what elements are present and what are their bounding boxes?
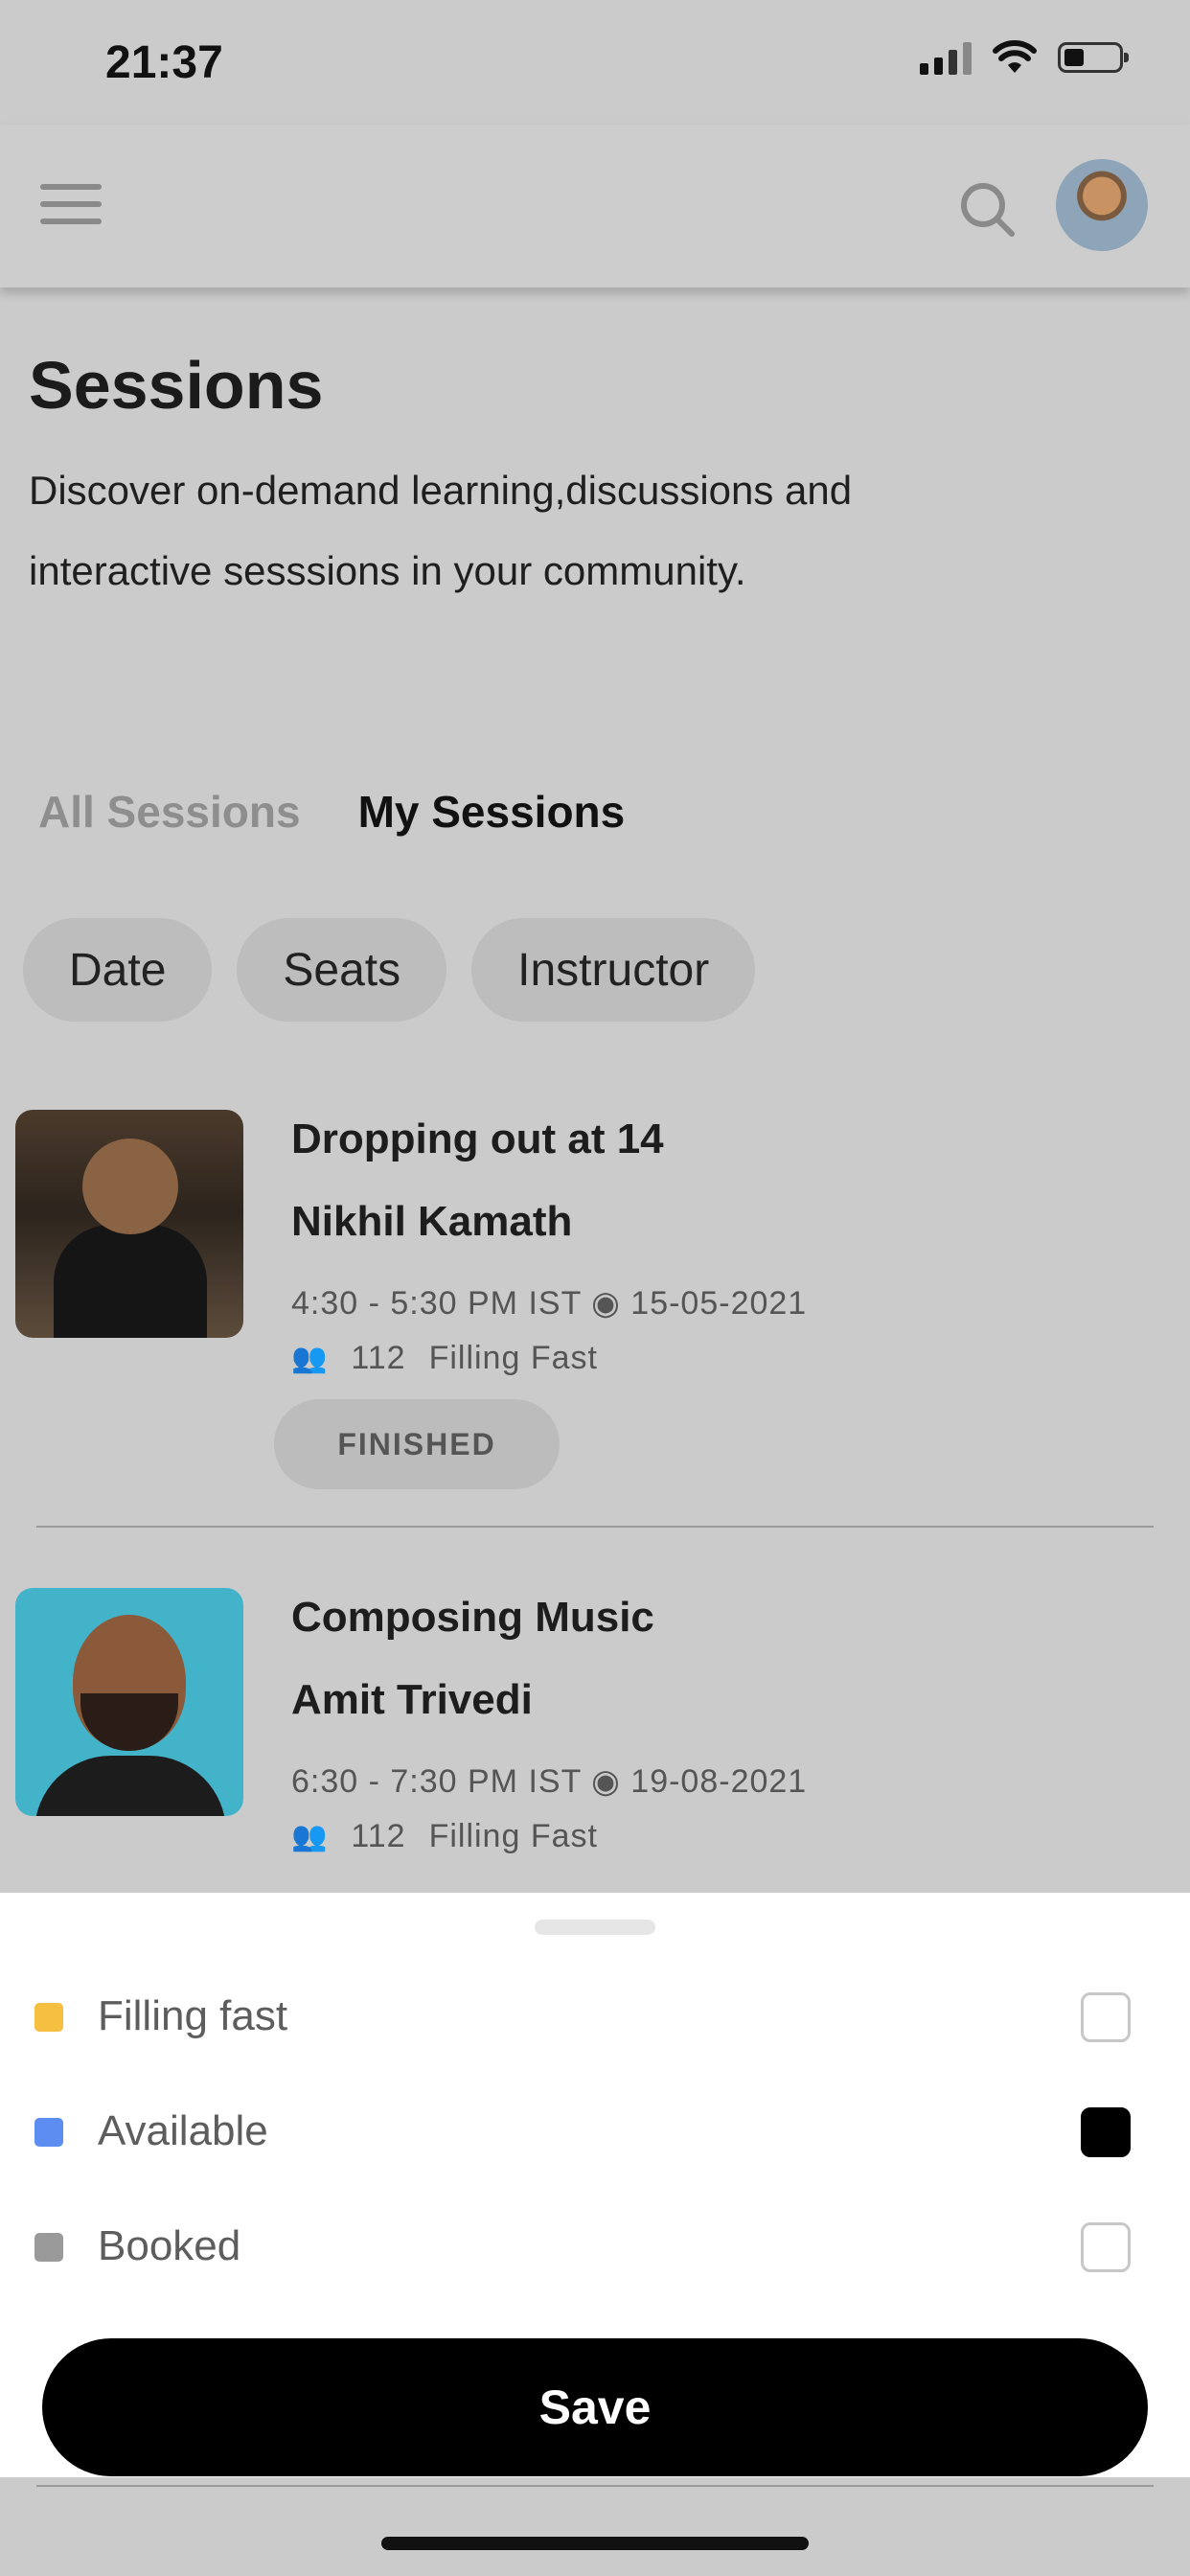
sheet-drag-handle[interactable] (535, 1920, 655, 1935)
instructor-photo (15, 1588, 243, 1816)
status-badge: FINISHED (274, 1399, 560, 1489)
seat-count: 112 (351, 1818, 406, 1854)
avatar[interactable] (1056, 159, 1148, 251)
people-icon: 👥 (291, 1343, 329, 1374)
session-time: 4:30 - 5:30 PM IST ◉ 15-05-2021 (291, 1285, 808, 1322)
session-tabs: All Sessions My Sessions (38, 786, 625, 838)
hamburger-menu-icon[interactable] (40, 184, 102, 230)
wifi-icon (993, 40, 1037, 73)
status-bar: 21:37 (0, 0, 1190, 125)
search-icon[interactable] (958, 180, 1018, 240)
session-seats: 👥 112 Filling Fast (291, 1818, 598, 1855)
filter-option-label: Booked (98, 2222, 241, 2269)
filter-option-label: Filling fast (98, 1992, 288, 2039)
page-title: Sessions (29, 348, 324, 423)
tab-my-sessions[interactable]: My Sessions (358, 786, 626, 838)
session-instructor: Nikhil Kamath (291, 1198, 573, 1245)
filter-option-available[interactable]: Available (0, 2082, 1190, 2178)
session-seats: 👥 112 Filling Fast (291, 1340, 598, 1377)
people-icon: 👥 (291, 1821, 329, 1852)
bottom-strip (0, 2477, 1190, 2576)
divider (36, 2485, 1154, 2487)
filter-chip-seats[interactable]: Seats (237, 918, 447, 1022)
checkbox[interactable] (1081, 2222, 1131, 2272)
availability-text: Filling Fast (428, 1818, 598, 1854)
session-instructor: Amit Trivedi (291, 1676, 533, 1723)
filter-option-label: Available (98, 2107, 268, 2154)
divider (36, 1526, 1154, 1528)
filter-chips: Date Seats Instructor (23, 918, 756, 1022)
seat-count: 112 (351, 1340, 406, 1376)
status-time: 21:37 (105, 37, 223, 88)
session-time: 6:30 - 7:30 PM IST ◉ 19-08-2021 (291, 1763, 808, 1800)
filter-chip-date[interactable]: Date (23, 918, 213, 1022)
color-swatch (34, 2118, 63, 2147)
checkbox[interactable] (1081, 1992, 1131, 2042)
color-swatch (34, 2003, 63, 2032)
filter-option-booked[interactable]: Booked (0, 2197, 1190, 2293)
checkbox[interactable] (1081, 2107, 1131, 2157)
availability-text: Filling Fast (428, 1340, 598, 1376)
color-swatch (34, 2233, 63, 2262)
save-button[interactable]: Save (42, 2338, 1148, 2476)
battery-icon (1058, 42, 1129, 73)
instructor-photo (15, 1110, 243, 1338)
home-indicator[interactable] (381, 2537, 809, 2550)
app-bar (0, 125, 1190, 288)
session-title: Dropping out at 14 (291, 1116, 664, 1162)
filter-option-filling-fast[interactable]: Filling fast (0, 1967, 1190, 2063)
filter-chip-instructor[interactable]: Instructor (471, 918, 756, 1022)
cellular-signal-icon (920, 40, 972, 75)
status-icons (920, 40, 1129, 75)
session-title: Composing Music (291, 1594, 654, 1641)
tab-all-sessions[interactable]: All Sessions (38, 786, 301, 838)
page-subtitle: Discover on-demand learning,discussions … (29, 468, 853, 593)
